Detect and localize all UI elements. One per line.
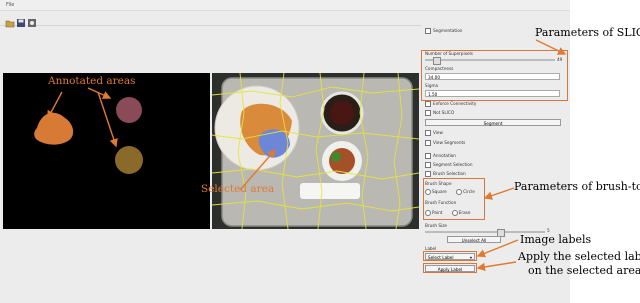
slic-params-caption: Parameters of SLIC	[535, 26, 640, 39]
apply-label-caption-2: on the selected area	[528, 264, 640, 277]
brush-params-caption: Parameters of brush-tool	[514, 180, 640, 193]
annotated-areas-caption: Annotated areas	[48, 75, 136, 87]
selected-area-caption: Selected area	[201, 183, 275, 195]
apply-label-caption-1: Apply the selected label	[518, 250, 640, 263]
image-labels-caption: Image labels	[520, 233, 592, 246]
